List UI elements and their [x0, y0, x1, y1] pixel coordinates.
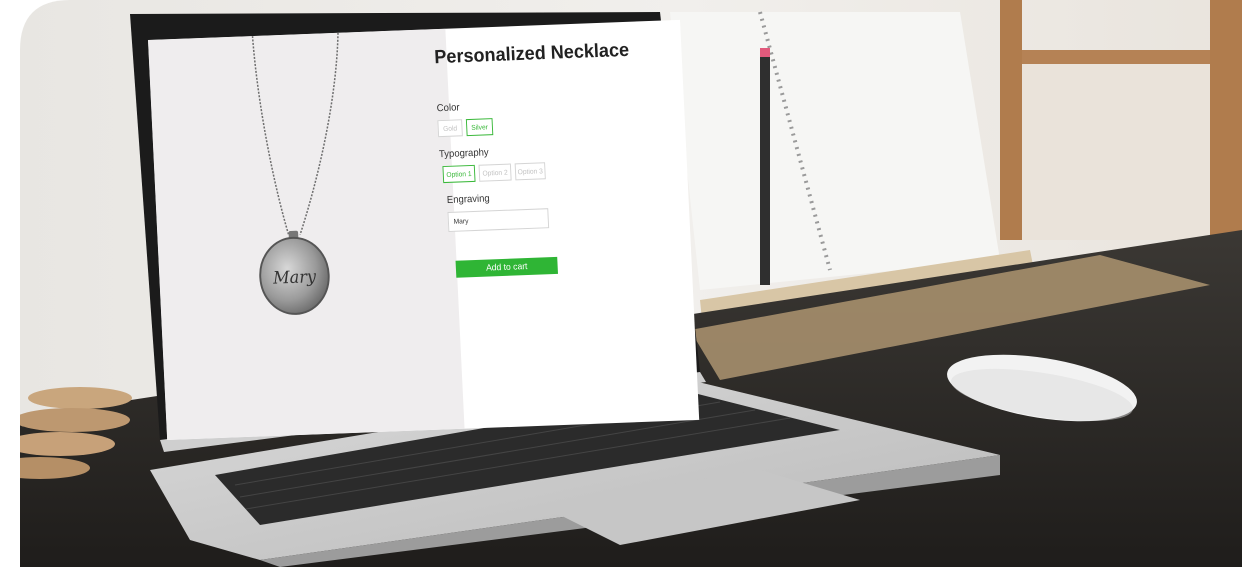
photo-frame: Mary Personalized Necklace Color Gold Si… — [0, 0, 1242, 567]
engraving-input[interactable] — [447, 208, 550, 232]
typography-option-2[interactable]: Option 2 — [478, 163, 512, 182]
typography-option-1[interactable]: Option 1 — [442, 164, 476, 184]
color-label: Color — [436, 102, 460, 115]
color-option-silver[interactable]: Silver — [465, 118, 494, 137]
laptop-screen: Mary Personalized Necklace Color Gold Si… — [148, 19, 700, 441]
typography-option-3[interactable]: Option 3 — [514, 162, 546, 181]
pendant-engraving-text: Mary — [272, 267, 317, 288]
engraving-label: Engraving — [446, 193, 490, 206]
product-options-panel: Personalized Necklace Color Gold Silver … — [425, 20, 699, 430]
necklace-pendant-image: Mary — [251, 32, 339, 315]
product-title: Personalized Necklace — [433, 39, 630, 69]
typography-label: Typography — [438, 147, 489, 161]
product-photo: Mary — [148, 28, 465, 441]
add-to-cart-button[interactable]: Add to cart — [455, 256, 559, 278]
color-option-gold[interactable]: Gold — [437, 119, 463, 138]
